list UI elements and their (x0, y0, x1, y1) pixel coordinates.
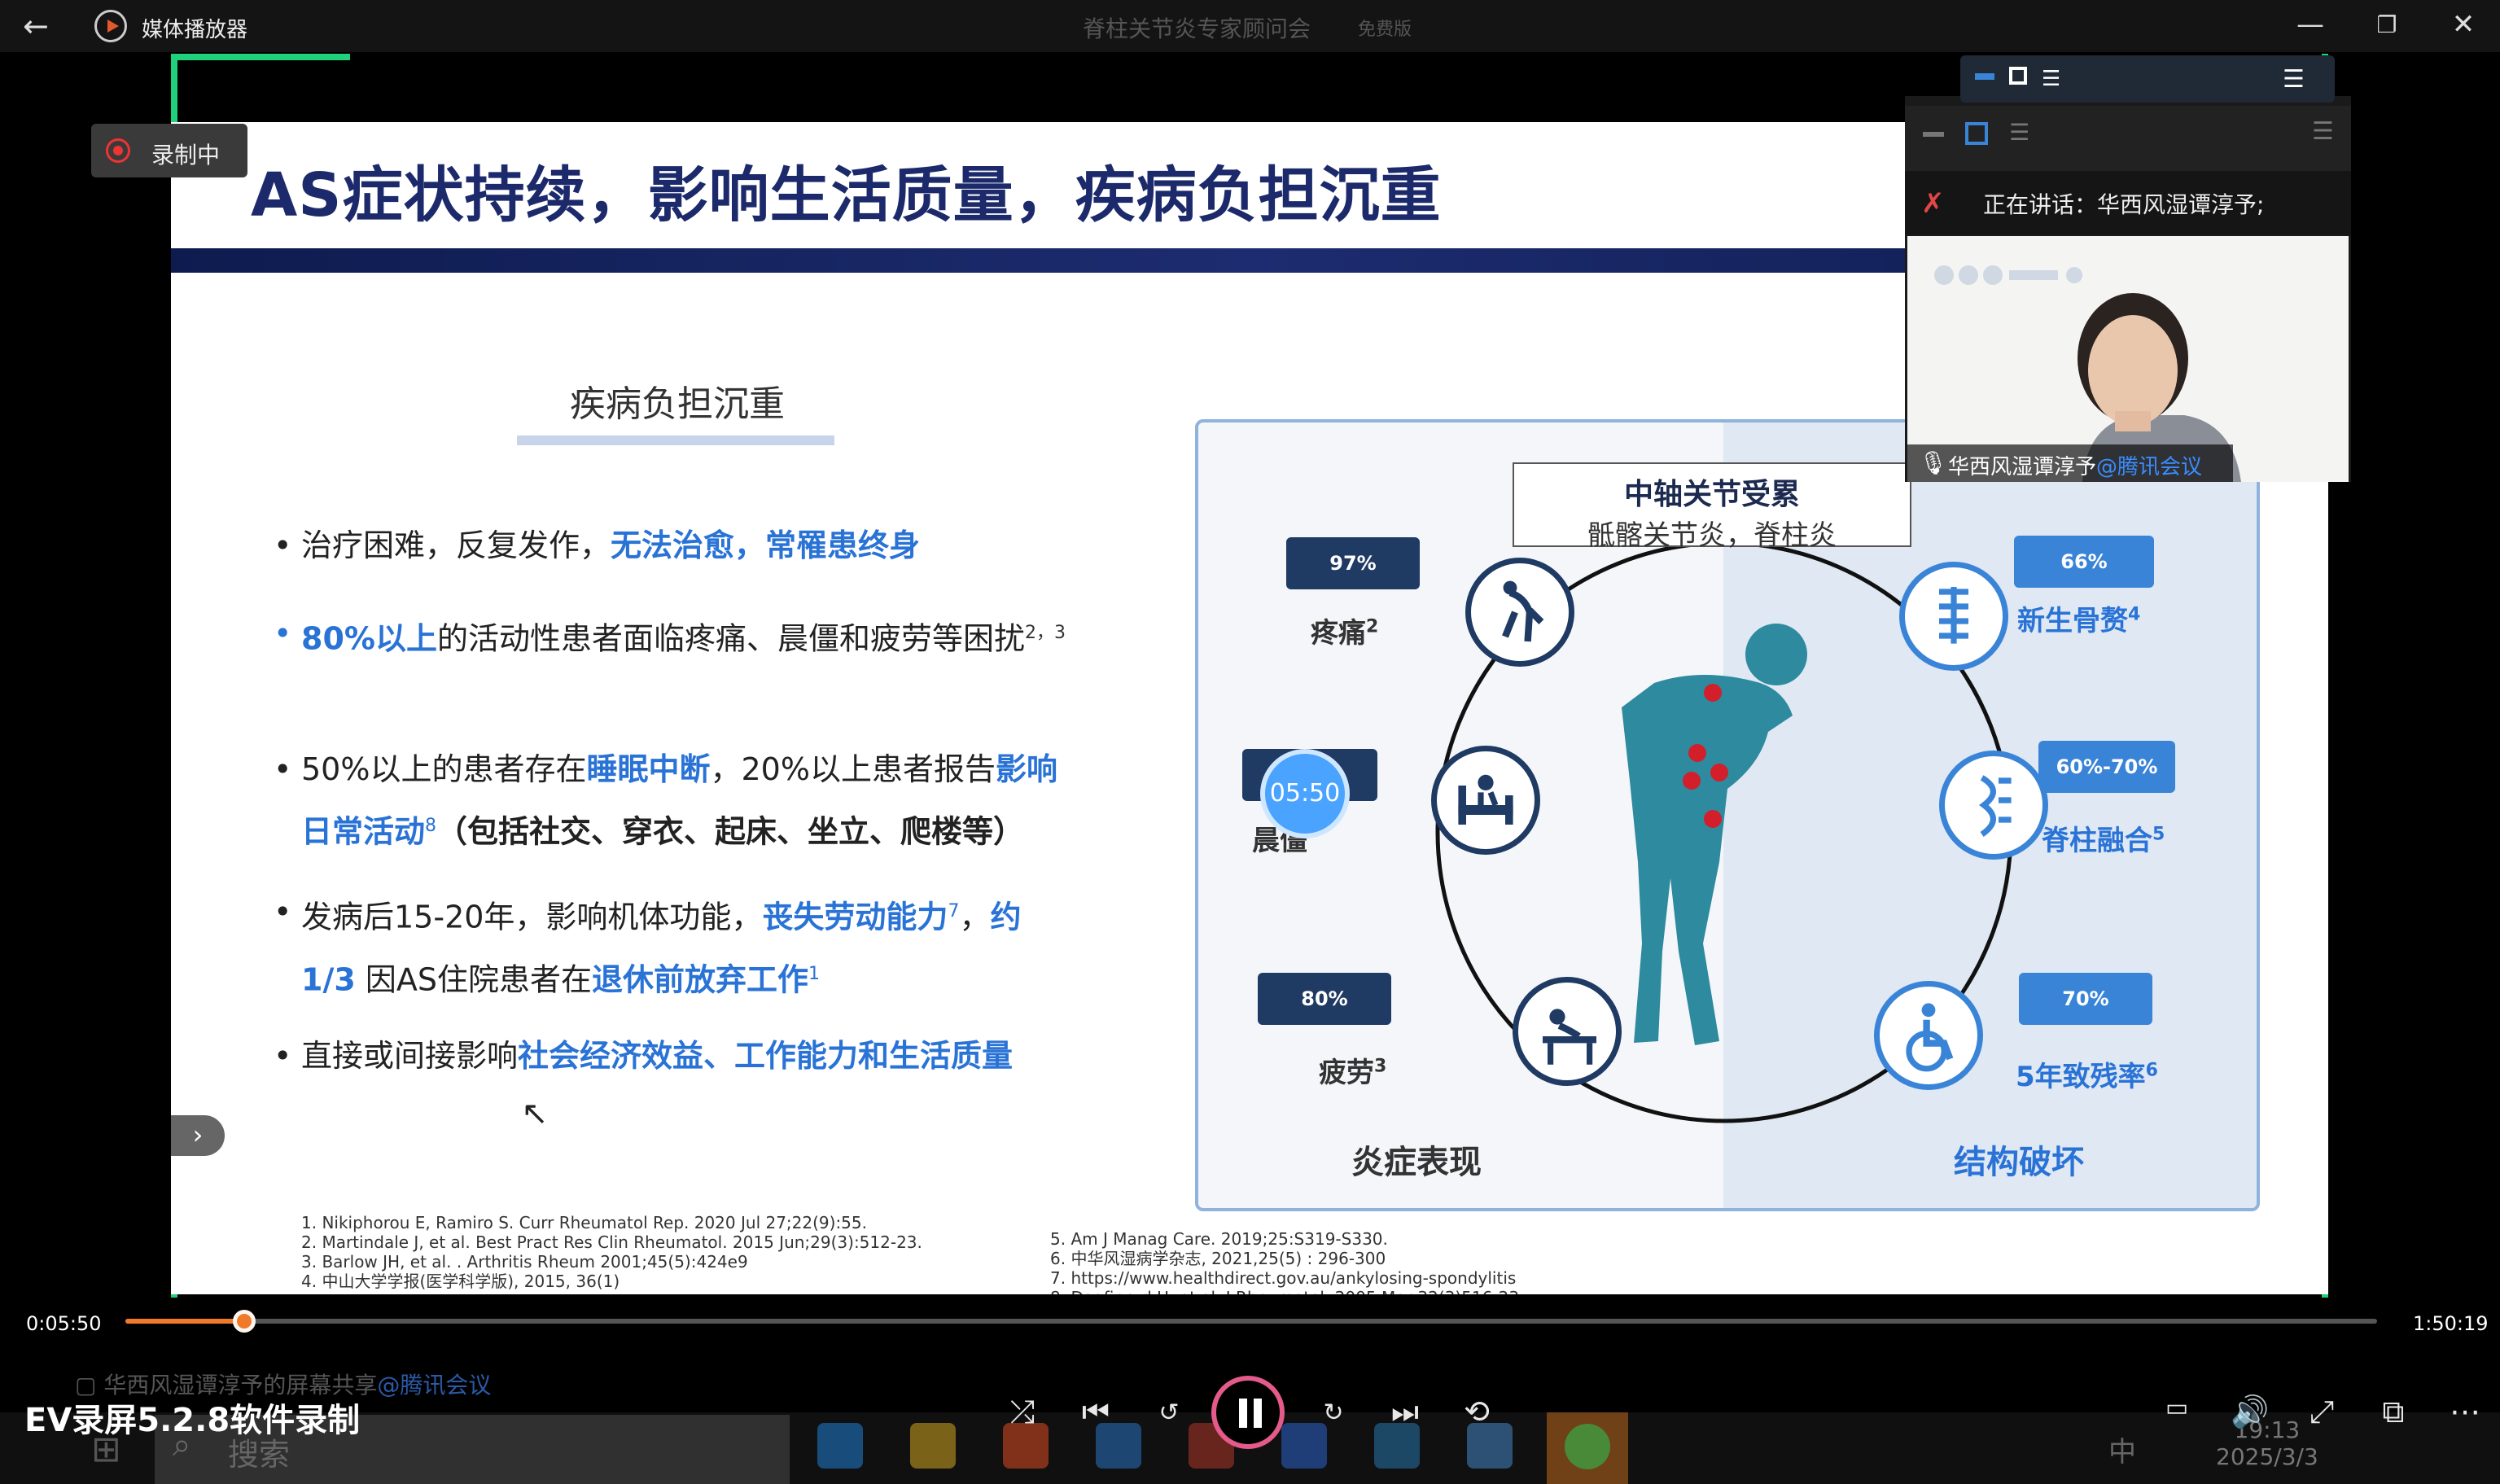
app-title: 媒体播放器 (142, 18, 248, 42)
footer-inflammation: 炎症表现 (1351, 1144, 1482, 1181)
clock-date: 2025/3/3 (2216, 1443, 2318, 1470)
title-bar: ← 媒体播放器 脊柱关节炎专家顾问会 免费版 — ❐ ✕ (0, 0, 2500, 52)
volume-icon[interactable]: 🔊 (2226, 1394, 2275, 1430)
reference-item: 7. https://www.healthdirect.gov.au/ankyl… (1050, 1268, 1517, 1288)
single-view-icon[interactable] (2009, 67, 2027, 85)
reference-item: 4. 中山大学学报(医学科学版), 2015, 36(1) (301, 1272, 620, 1291)
back-arrow-icon[interactable]: ← (23, 8, 49, 44)
meeting-title: 脊柱关节炎专家顾问会 (1083, 15, 1311, 42)
repeat-off-icon[interactable]: ⟲ (1452, 1394, 1501, 1429)
close-icon[interactable]: ✕ (2439, 8, 2488, 41)
minimize-view-icon[interactable] (1975, 73, 1994, 80)
reference-item: 6. 中华风湿病学杂志, 2021,25(5) : 296-300 (1050, 1249, 1386, 1268)
recording-label: 录制中 (151, 142, 221, 169)
stat-osteophyte-value: 66% (2014, 536, 2154, 588)
menu-icon[interactable]: ☰ (2283, 65, 2305, 94)
captions-icon[interactable]: ▭ (2152, 1394, 2201, 1422)
panel-view-toolbar: ☰ ☰ (1905, 106, 2351, 171)
panel-menu-icon[interactable]: ☰ (2312, 117, 2334, 146)
reference-item: 8. Dagfinrud H, et al. J Rheumatol. 2005… (1050, 1288, 1524, 1294)
mouse-cursor-icon: ↖ (521, 1095, 549, 1132)
mic-muted-icon: ✗ (1921, 187, 1945, 220)
seek-bar-progress (125, 1319, 245, 1324)
restore-icon[interactable]: ❐ (2362, 11, 2411, 38)
stat-pain-value: 97% (1286, 537, 1420, 589)
bullet-4: • 发病后15-20年，影响机体功能，丧失劳动能力7，约1/3 因AS住院患者在退… (274, 894, 1022, 998)
fullscreen-icon[interactable]: ⤢ (2297, 1394, 2346, 1430)
wechat-icon (1565, 1424, 1610, 1469)
footer-structural: 结构破坏 (1954, 1144, 2084, 1181)
previous-icon[interactable]: ⏮ (1071, 1394, 1120, 1430)
slide-panel-toggle[interactable]: › (171, 1115, 225, 1156)
stat-disability-value: 70% (2019, 973, 2152, 1025)
references-right: 5. Am J Manag Care. 2019;25:S319-S330. 6… (1050, 1229, 1524, 1294)
pause-icon-bar (1254, 1399, 1262, 1428)
edge-browser-icon[interactable] (817, 1423, 863, 1469)
media-player-app-icon (94, 10, 127, 42)
list-view-icon[interactable]: ☰ (2009, 119, 2029, 146)
pause-button[interactable] (1211, 1376, 1285, 1449)
minimize-icon[interactable]: — (2286, 8, 2335, 41)
seek-bar[interactable] (125, 1319, 2377, 1324)
call-toolbar: ☰ ☰ (1960, 55, 2335, 103)
stat-fatigue-label: 疲劳3 (1319, 1056, 1387, 1089)
reference-item: 2. Martindale J, et al. Best Pract Res C… (301, 1232, 922, 1252)
bullet-3: • 50%以上的患者存在睡眠中断，20%以上患者报告影响日常活动8（包括社交、穿衣… (274, 751, 1057, 850)
rewind-10-icon[interactable]: ↺ (1145, 1399, 1193, 1427)
spine-fusion-icon (1939, 751, 2048, 860)
reference-item: 5. Am J Manag Care. 2019;25:S319-S330. (1050, 1229, 1388, 1249)
references-left: 1. Nikiphorou E, Ramiro S. Curr Rheumato… (301, 1213, 922, 1291)
section-heading: 疾病负担沉重 (570, 383, 785, 425)
next-icon[interactable]: ⏭ (1381, 1394, 1430, 1430)
total-duration: 1:50:19 (2413, 1312, 2489, 1335)
bullet-2: • 80%以上的活动性患者面临疼痛、晨僵和疲劳等困扰2，3 (274, 615, 1066, 657)
file-explorer-icon[interactable] (910, 1423, 956, 1469)
mic-icon: 🎙 (1919, 449, 1948, 476)
recorder-watermark: EV录屏5.2.8软件录制 (24, 1402, 361, 1439)
fatigue-icon (1513, 977, 1622, 1086)
pause-icon (1239, 1399, 1247, 1428)
speaking-indicator: 正在讲话：华西风湿谭淳予; (1983, 191, 2265, 218)
bullet-5: • 直接或间接影响社会经济效益、工作能力和生活质量 (274, 1038, 1014, 1074)
edition-badge: 免费版 (1358, 20, 1412, 40)
participant-name: 华西风湿谭淳予@腾讯会议 (1948, 455, 2203, 479)
morning-stiffness-icon (1431, 746, 1540, 855)
wechat-taskbar-item[interactable] (1547, 1412, 1628, 1484)
axial-subtitle: 骶髂关节炎，脊柱炎 (1587, 519, 1837, 552)
gallery-view-icon[interactable] (1965, 122, 1988, 145)
more-options-icon[interactable]: ⋯ (2441, 1394, 2489, 1429)
mini-player-icon[interactable]: ⧉ (2369, 1394, 2418, 1430)
reference-item: 3. Barlow JH, et al. . Arthritis Rheum 2… (301, 1252, 748, 1272)
stat-fusion-label: 脊柱融合5 (2042, 824, 2165, 857)
minimize-view-icon[interactable] (1923, 132, 1944, 137)
bullet-1: • 治疗困难，反复发作，无法治愈，常罹患终身 (274, 527, 921, 563)
shuffle-icon[interactable]: ⤮ (998, 1394, 1047, 1430)
list-view-icon[interactable]: ☰ (2042, 67, 2060, 91)
current-time: 0:05:50 (26, 1312, 102, 1335)
reference-item: 1. Nikiphorou E, Ramiro S. Curr Rheumato… (301, 1213, 867, 1232)
stat-fusion-value: 60%-70% (2038, 741, 2175, 793)
spine-icon (1899, 562, 2008, 671)
section-underline (517, 436, 834, 445)
stat-fatigue-value: 80% (1258, 973, 1391, 1025)
stat-osteophyte-label: 新生骨赘4 (2017, 604, 2141, 637)
ime-indicator[interactable]: 中 (2108, 1429, 2136, 1469)
axial-title: 中轴关节受累 (1623, 478, 1800, 511)
forward-30-icon[interactable]: ↻ (1309, 1399, 1358, 1427)
record-icon (106, 138, 130, 163)
wheelchair-icon (1874, 981, 1983, 1090)
participant-name-tag: 🎙 华西风湿谭淳予@腾讯会议 (1907, 444, 2233, 482)
stat-disability-label: 5年致残率6 (2016, 1060, 2158, 1093)
tencent-meeting-icon[interactable] (1281, 1423, 1327, 1469)
back-pain-icon (1465, 558, 1574, 667)
stat-pain-label: 疼痛2 (1311, 616, 1379, 650)
recording-badge[interactable]: 录制中 (91, 124, 247, 177)
share-frame-top (171, 54, 350, 60)
axial-joint-box: 中轴关节受累 骶髂关节炎，脊柱炎 (1513, 462, 1911, 552)
slide-title: AS症状持续，影响生活质量，疾病负担沉重 (251, 160, 1442, 230)
photos-icon[interactable] (1467, 1423, 1513, 1469)
recording-timer[interactable]: 05:50 (1260, 749, 1350, 838)
